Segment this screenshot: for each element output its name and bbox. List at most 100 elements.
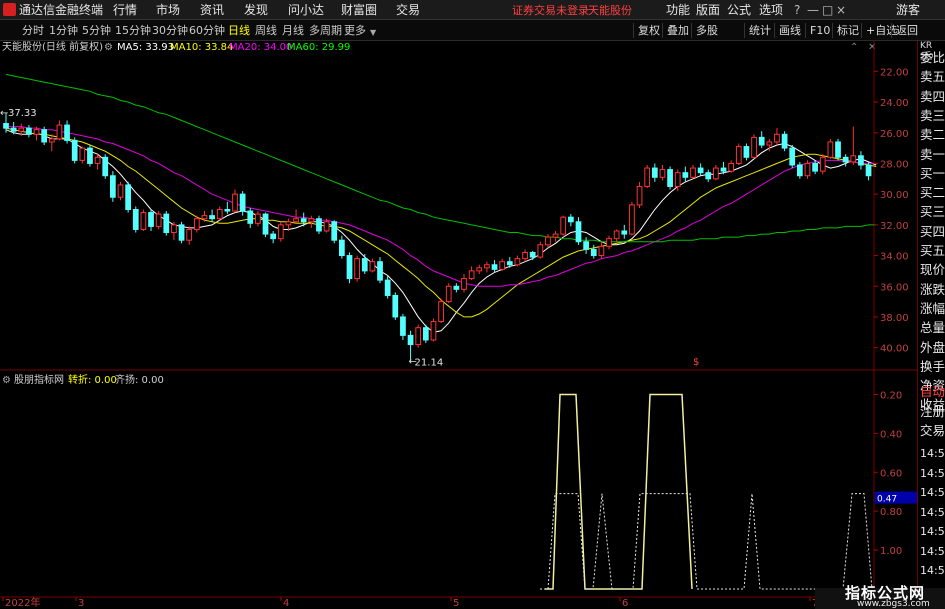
toolbar-btn-stats[interactable]: 统计 xyxy=(744,23,771,38)
period-tab-weekly[interactable]: 周线 xyxy=(255,23,277,38)
candle-body xyxy=(178,224,185,241)
candle-body xyxy=(384,279,391,296)
x-tick-label: 5 xyxy=(453,598,459,609)
candle-body xyxy=(758,136,765,146)
candlestick xyxy=(255,211,261,227)
toolbar-btn-f10[interactable]: F10 xyxy=(805,23,830,38)
toolbar-btn-mark[interactable]: 标记 xyxy=(832,23,859,38)
candlestick xyxy=(392,292,399,321)
candle-body xyxy=(636,185,643,206)
help-icon[interactable]: ? xyxy=(794,2,800,18)
period-tab-daily[interactable]: 日线 xyxy=(228,23,250,38)
more-chevron-icon[interactable]: ▼ xyxy=(370,25,376,40)
candle-body xyxy=(690,167,696,178)
candlestick xyxy=(262,212,269,238)
period-tab-monthly[interactable]: 月线 xyxy=(282,23,304,38)
candlestick xyxy=(125,181,131,213)
candle-body xyxy=(796,164,803,177)
candle-body xyxy=(94,156,101,164)
candle-body xyxy=(819,156,826,172)
period-tab-5min[interactable]: 5分钟 xyxy=(82,23,111,38)
low-arrow-icon: ← xyxy=(409,356,417,367)
quote-field-label: 买二 xyxy=(920,185,945,201)
candle-body xyxy=(789,147,796,166)
candle-body xyxy=(331,221,338,241)
candlestick xyxy=(804,160,811,179)
candle-body xyxy=(354,258,360,280)
candlestick xyxy=(567,214,574,227)
candle-body xyxy=(575,221,582,243)
period-tab-timeshare[interactable]: 分时 xyxy=(22,23,44,38)
guest-button[interactable]: 游客 xyxy=(896,2,920,18)
candlestick xyxy=(216,206,223,221)
quote-field-label: 卖四 xyxy=(920,88,945,104)
quote-field-label: 买一 xyxy=(920,165,945,181)
x-tick-label: 6 xyxy=(622,598,628,609)
maximize-icon[interactable]: □ xyxy=(822,2,833,18)
menu-item-formula[interactable]: 公式 xyxy=(727,2,751,18)
minimize-icon[interactable]: — xyxy=(807,2,819,18)
candlestick xyxy=(346,252,353,284)
candlestick xyxy=(735,143,742,165)
period-tab-60min[interactable]: 60分钟 xyxy=(189,23,225,38)
period-toolbar: 分时 1分钟 5分钟 15分钟 30分钟 60分钟 日线 周线 月线 多周期 更… xyxy=(0,20,945,41)
candlestick xyxy=(697,163,704,176)
toolbar-btn-draw[interactable]: 画线 xyxy=(774,23,801,38)
menu-item-discover[interactable]: 发现 xyxy=(244,2,268,18)
candlestick xyxy=(858,151,864,170)
quote-field-label: 涨幅 xyxy=(920,300,945,316)
candle-body xyxy=(48,138,55,143)
menu-item-function[interactable]: 功能 xyxy=(666,2,690,18)
quote-field-label: 涨跌 xyxy=(920,281,945,297)
candle-body xyxy=(415,327,422,346)
trade-mode-item[interactable]: 交易 xyxy=(920,421,945,440)
candlestick xyxy=(316,215,322,235)
menu-item-options[interactable]: 选项 xyxy=(759,2,783,18)
candle-body xyxy=(64,124,70,141)
candle-body xyxy=(537,244,544,258)
quote-field-label: 买三 xyxy=(920,204,945,220)
toolbar-btn-overlay[interactable]: 叠加 xyxy=(662,23,689,38)
candlestick xyxy=(522,249,528,262)
trade-mode-item[interactable]: 自动 xyxy=(920,382,945,401)
price-tick-label: 24.00 xyxy=(880,98,909,109)
menu-item-wealth[interactable]: 财富圈 xyxy=(341,2,377,18)
candle-body xyxy=(850,155,857,163)
menu-item-ask[interactable]: 问小达 xyxy=(288,2,324,18)
period-tab-1min[interactable]: 1分钟 xyxy=(49,23,78,38)
close-icon[interactable]: × xyxy=(836,2,846,18)
terminal-window: 通达信金融终端 行情 市场 资讯 发现 问小达 财富圈 交易 证券交易未登录 天… xyxy=(0,0,945,609)
candle-body xyxy=(735,146,742,164)
kline-chart[interactable]: 40.00 38.00 36.00 34.00 32.00 30.00 28.00 26.00… xyxy=(0,41,917,609)
price-tick-label: 32.00 xyxy=(880,221,909,232)
menu-item-trade[interactable]: 交易 xyxy=(396,2,420,18)
menu-item-news[interactable]: 资讯 xyxy=(200,2,224,18)
menu-item-market[interactable]: 行情 xyxy=(113,2,137,18)
period-tab-15min[interactable]: 15分钟 xyxy=(115,23,151,38)
toolbar-btn-adjust[interactable]: 复权 xyxy=(633,23,660,38)
menu-item-layout[interactable]: 版面 xyxy=(696,2,720,18)
candle-body xyxy=(171,224,177,234)
candlestick xyxy=(827,138,834,159)
candle-body xyxy=(842,156,849,163)
candle-body xyxy=(774,133,780,143)
menu-bar: 通达信金融终端 行情 市场 资讯 发现 问小达 财富圈 交易 证券交易未登录 天… xyxy=(0,0,945,20)
candle-body xyxy=(506,261,513,266)
candle-body xyxy=(567,216,574,223)
menu-item-markets[interactable]: 市场 xyxy=(156,2,180,18)
period-tab-30min[interactable]: 30分钟 xyxy=(152,23,188,38)
period-tab-more[interactable]: 更多 xyxy=(344,23,366,38)
candlestick xyxy=(140,209,147,231)
trade-mode-item[interactable]: 注册 xyxy=(920,402,945,421)
toolbar-btn-back[interactable]: 返回 xyxy=(891,23,918,38)
watermark-logo: 指标公式网 www.zbgs3.com xyxy=(815,584,945,609)
candlestick xyxy=(445,283,452,304)
candlestick xyxy=(545,234,551,248)
tick-time: 14:56 xyxy=(920,525,945,538)
login-warning[interactable]: 证券交易未登录 xyxy=(512,3,589,19)
period-tab-multi[interactable]: 多周期 xyxy=(309,23,342,38)
candlestick xyxy=(369,258,376,273)
candle-body xyxy=(781,133,788,149)
candle-body xyxy=(422,327,429,341)
toolbar-btn-multistock[interactable]: 多股 xyxy=(691,23,718,38)
